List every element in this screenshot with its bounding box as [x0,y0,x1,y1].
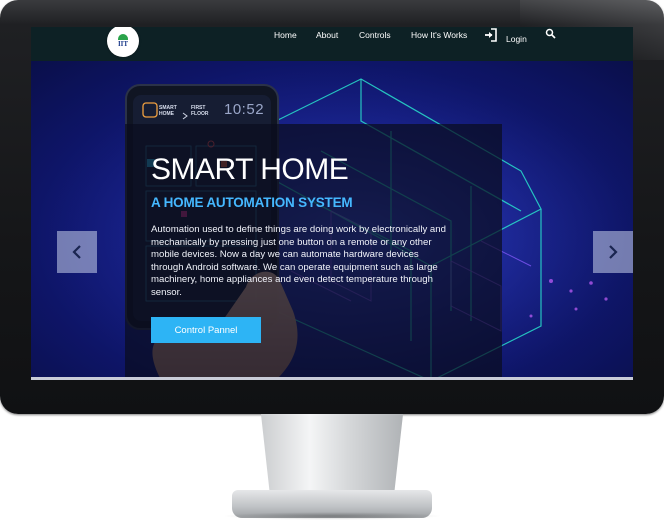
logo-text: IIT [117,40,129,48]
chevron-right-icon [609,245,618,259]
nav-about-link[interactable]: About [316,30,338,40]
carousel-prev-button[interactable] [57,231,97,273]
phone-app-label: SMART HOME [159,105,177,117]
monitor-stand-shadow [222,512,442,520]
nav-home-link[interactable]: Home [274,30,297,40]
login-icon[interactable] [484,28,498,42]
monitor-bezel: IIT Home About Controls How It's Works L… [0,0,664,414]
nav-how-it-works-link[interactable]: How It's Works [411,30,467,40]
chevron-left-icon [72,245,81,259]
phone-clock: 10:52 [224,101,265,118]
nav-controls-link[interactable]: Controls [359,30,391,40]
hero-subtitle: A HOME AUTOMATION SYSTEM [151,195,353,210]
phone-floor-label: FIRST FLOOR [191,105,209,117]
monitor-screen: IIT Home About Controls How It's Works L… [31,27,633,380]
hero-title: SMART HOME [151,153,349,186]
screen-bottom-edge [31,377,633,380]
nav-login-link[interactable]: Login [506,34,527,44]
search-icon[interactable] [545,28,556,39]
hero-carousel: SMART HOME FIRST FLOOR 10:52 SMART HOME … [31,61,633,380]
control-panel-button[interactable]: Control Pannel [151,317,261,343]
carousel-next-button[interactable] [593,231,633,273]
hero-description: Automation used to define things are doi… [151,224,446,298]
top-navbar: IIT Home About Controls How It's Works L… [31,27,633,61]
monitor-stand-neck [260,414,404,494]
site-logo[interactable]: IIT [107,27,139,57]
